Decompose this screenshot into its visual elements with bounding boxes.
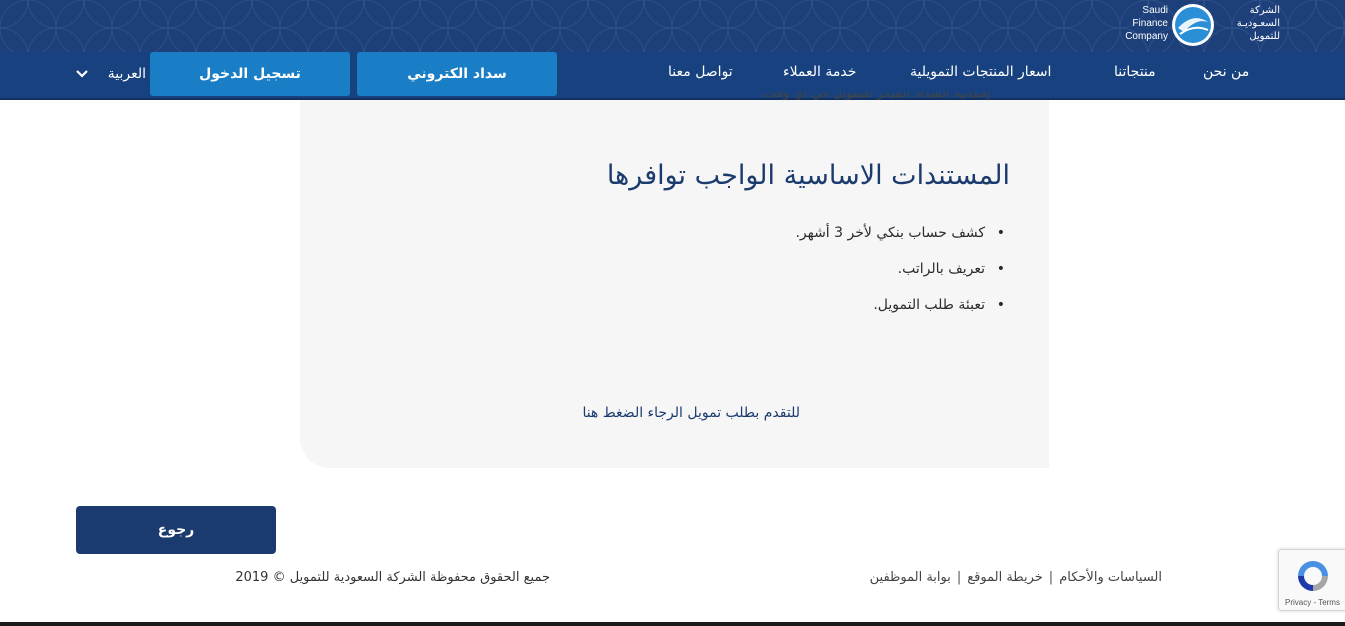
language-label: العربية	[107, 66, 146, 82]
page-bottom-border	[0, 622, 1345, 626]
apply-financing-link[interactable]: للتقدم بطلب تمويل الرجاء الضغط هنا	[540, 405, 800, 421]
login-button[interactable]: تسجيل الدخول	[150, 52, 350, 96]
logo-en-line-1: Saudi	[1142, 5, 1168, 16]
nav-item-contact[interactable]: تواصل معنا	[668, 64, 733, 80]
back-button[interactable]: رجوع	[76, 506, 276, 554]
language-selector[interactable]: العربية	[76, 63, 146, 85]
chevron-down-icon	[76, 70, 88, 78]
cut-off-text: إمكانية السداد المبكر للتمويل في أي وقت.	[700, 92, 990, 106]
epay-button[interactable]: سداد الكتروني	[357, 52, 557, 96]
footer-link-employee-portal[interactable]: بوابة الموظفين	[870, 570, 951, 585]
logo-arabic-text: الشركة السعـوديـة للتمويل	[1216, 4, 1280, 43]
documents-list: كشف حساب بنكي لأخر 3 أشهر. تعريف بالراتب…	[600, 225, 1005, 333]
list-item: تعبئة طلب التمويل.	[600, 297, 1005, 333]
footer-separator: |	[956, 570, 962, 585]
recaptcha-badge[interactable]: Privacy - Terms	[1278, 549, 1345, 611]
logo-ar-line-2: السعـوديـة	[1236, 18, 1280, 29]
footer-links: السياسات والأحكام | خريطة الموقع | بوابة الم…	[760, 570, 1162, 585]
logo-ar-line-1: الشركة	[1249, 5, 1280, 16]
recaptcha-privacy-terms[interactable]: Privacy - Terms	[1285, 598, 1340, 607]
copyright-text: جميع الحقوق محفوظة الشركة السعودية للتمو…	[235, 570, 550, 585]
logo-en-line-3: Company	[1125, 31, 1168, 42]
footer-link-sitemap[interactable]: خريطة الموقع	[967, 570, 1043, 585]
section-title: المستندات الاساسية الواجب توافرها	[606, 160, 1010, 191]
site-header: Saudi Finance Company الشركة السعـوديـة …	[0, 0, 1345, 100]
footer-link-policies[interactable]: السياسات والأحكام	[1059, 570, 1162, 585]
logo-en-line-2: Finance	[1132, 18, 1168, 29]
logo-english-text: Saudi Finance Company	[1112, 4, 1168, 43]
recaptcha-icon	[1298, 561, 1328, 591]
company-logo[interactable]: Saudi Finance Company الشركة السعـوديـة …	[1112, 2, 1282, 50]
nav-item-products[interactable]: منتجاتنا	[1114, 64, 1156, 80]
cut-off-text-content: إمكانية السداد المبكر للتمويل في أي وقت.	[760, 92, 990, 101]
nav-item-pricing[interactable]: اسعار المنتجات التمويلية	[910, 64, 1051, 80]
nav-item-customer-service[interactable]: خدمة العملاء	[783, 64, 856, 80]
nav-item-about[interactable]: من نحن	[1203, 64, 1249, 80]
list-item: كشف حساب بنكي لأخر 3 أشهر.	[600, 225, 1005, 261]
logo-ar-line-3: للتمويل	[1249, 31, 1280, 42]
footer-separator: |	[1048, 570, 1054, 585]
logo-emblem-icon	[1172, 4, 1214, 46]
list-item: تعريف بالراتب.	[600, 261, 1005, 297]
